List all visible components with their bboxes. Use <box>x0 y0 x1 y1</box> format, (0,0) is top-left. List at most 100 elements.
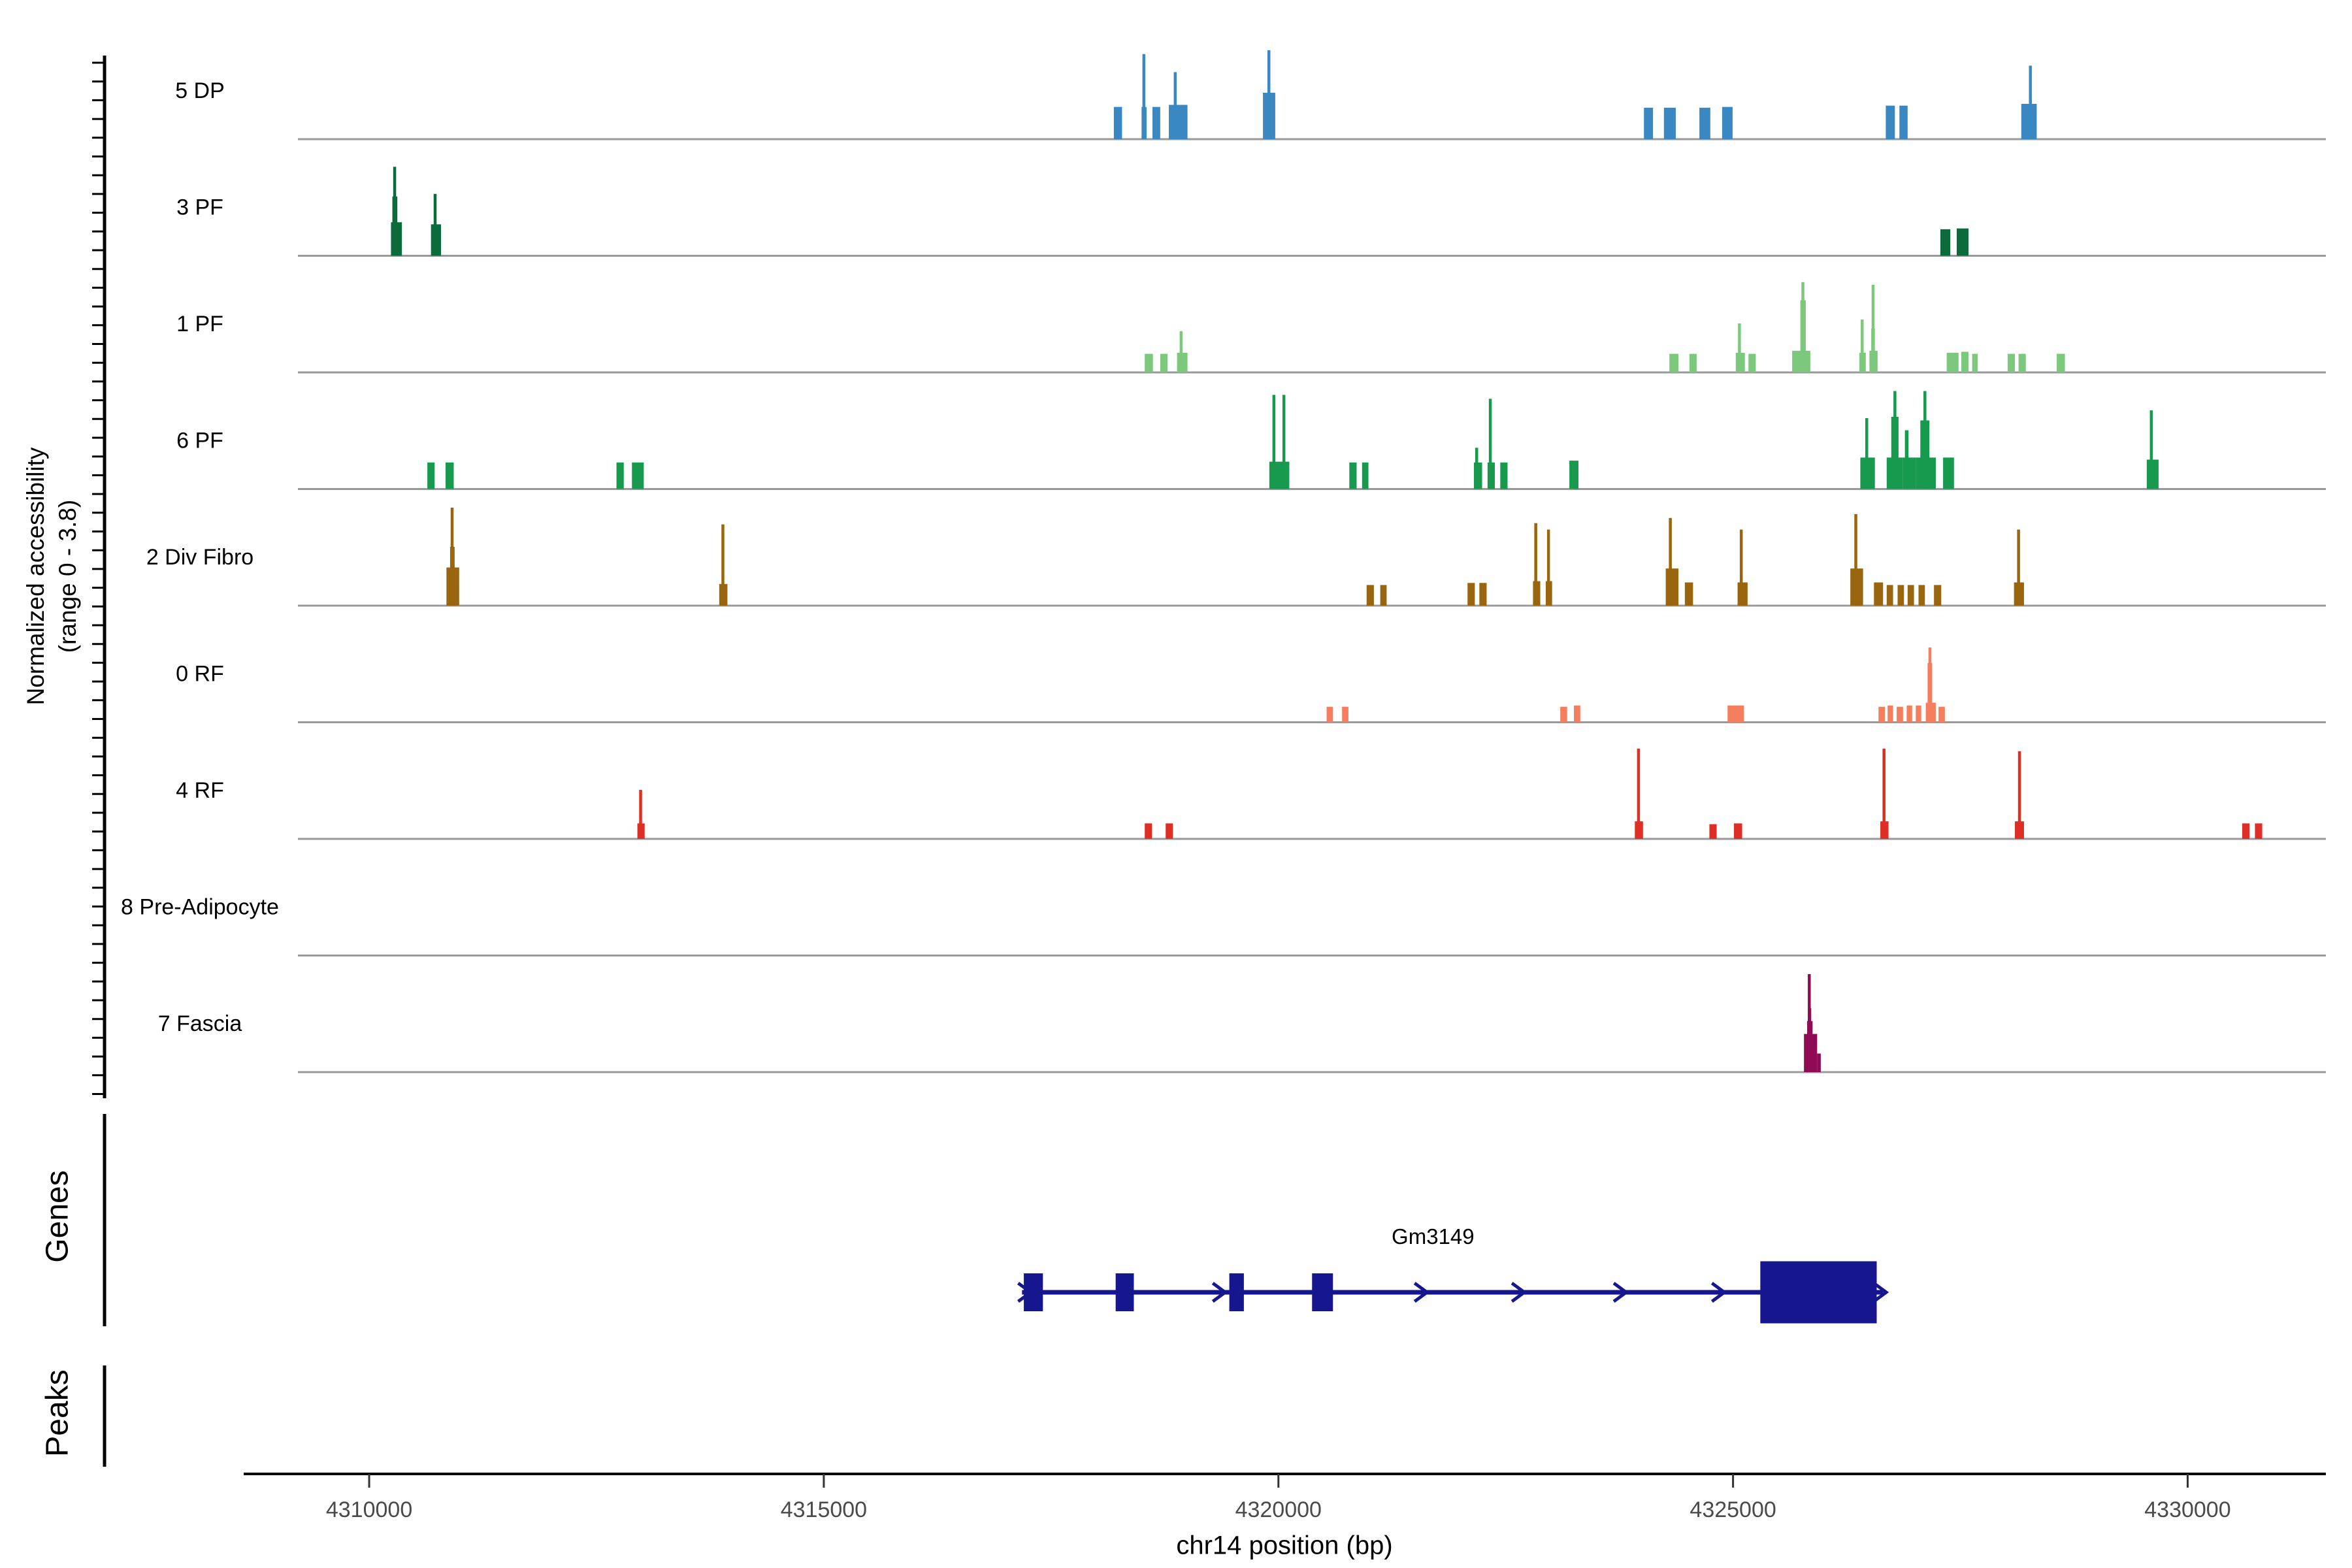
peak-spike <box>721 525 725 606</box>
peak-block <box>1887 585 1893 606</box>
track-label: 4 RF <box>176 778 224 803</box>
peak-spike <box>1547 530 1550 606</box>
peak-block <box>427 463 434 489</box>
peak-block <box>1957 229 1968 256</box>
genes-section-label: Genes <box>40 1170 76 1262</box>
peak-spike <box>1180 331 1183 372</box>
peak-block <box>1886 106 1895 139</box>
peak-spike <box>1865 418 1869 489</box>
peak-block <box>1961 351 1968 372</box>
x-axis-tick-label: 4315000 <box>781 1497 867 1522</box>
track-label: 1 PF <box>176 312 223 336</box>
peak-spike <box>1273 395 1276 489</box>
track-row-2-div-fibro: 2 Div Fibro <box>146 508 2326 606</box>
peak-block <box>1908 585 1914 606</box>
x-axis-tick-label: 4320000 <box>1235 1497 1322 1522</box>
peak-block <box>1644 108 1653 139</box>
peak-block <box>632 463 644 489</box>
peak-spike <box>1929 647 1932 722</box>
peak-spike <box>2017 530 2020 606</box>
peak-block <box>1166 823 1173 839</box>
peak-block <box>1380 585 1387 606</box>
peak-block <box>1569 461 1578 489</box>
peak-spike <box>1534 523 1537 606</box>
peak-spike <box>1923 391 1927 489</box>
y-axis-title-line2: (range 0 - 3.8) <box>52 448 84 706</box>
gene-exon <box>1230 1273 1244 1311</box>
peak-spike <box>434 194 437 256</box>
track-row-8-pre-adipocyte: 8 Pre-Adipocyte <box>121 894 2326 955</box>
peak-spike <box>1475 448 1478 489</box>
peak-block <box>1169 105 1188 140</box>
peak-block <box>2255 823 2262 839</box>
peak-block <box>1669 354 1678 372</box>
peak-block <box>2008 354 2015 372</box>
peak-spike <box>1669 518 1672 606</box>
peak-block <box>1887 706 1893 723</box>
peak-block <box>1145 823 1152 839</box>
peak-spike <box>393 167 397 255</box>
peak-block <box>1943 457 1954 489</box>
peak-block <box>1666 568 1678 606</box>
peak-block <box>1327 707 1333 723</box>
peak-block <box>1269 462 1290 489</box>
peak-block <box>1919 585 1925 606</box>
x-axis-tick-label: 4330000 <box>2144 1497 2230 1522</box>
peak-block <box>2242 823 2249 839</box>
peak-spike <box>451 508 454 606</box>
peak-block <box>1897 707 1903 723</box>
peak-block <box>446 463 454 489</box>
peak-block <box>1734 823 1742 839</box>
peak-block <box>1899 106 1908 139</box>
x-axis-title: chr14 position (bp) <box>1176 1531 1392 1561</box>
gene-terminal-exon <box>1760 1262 1876 1324</box>
peak-block <box>1690 354 1697 372</box>
track-row-6-pf: 6 PF <box>176 391 2326 489</box>
track-label: 2 Div Fibro <box>146 545 253 570</box>
peak-block <box>617 463 624 489</box>
gene-name-label: Gm3149 <box>1392 1224 1475 1249</box>
tracks-plot-canvas: 5 DP 3 PF 1 PF 6 PF 2 Div Fibro 0 RF 4 RF 8 Pre… <box>0 0 2352 1568</box>
peak-spike <box>1267 50 1271 139</box>
peak-block <box>1114 107 1122 139</box>
peak-block <box>1972 354 1978 372</box>
x-axis-tick-label: 4310000 <box>326 1497 412 1522</box>
peak-spike <box>1282 395 1286 489</box>
gene-exon <box>1024 1273 1043 1311</box>
peak-block <box>1152 107 1160 139</box>
track-row-3-pf: 3 PF <box>176 167 2326 255</box>
gene-exon <box>1116 1273 1134 1311</box>
peak-block <box>1367 585 1374 606</box>
track-label: 5 DP <box>175 78 225 103</box>
peak-block <box>1362 463 1369 489</box>
y-axis-title-line1: Normalized accessibility <box>20 448 52 706</box>
peak-spike <box>1738 323 1741 372</box>
peak-block <box>1727 706 1744 723</box>
peak-block <box>1145 354 1153 372</box>
peak-block <box>1342 707 1348 723</box>
track-row-4-rf: 4 RF <box>176 749 2326 839</box>
peak-block <box>1709 825 1716 840</box>
peak-block <box>1349 463 1356 489</box>
peak-block <box>2057 354 2065 372</box>
peak-spike <box>1872 285 1875 372</box>
peak-spike <box>1489 399 1492 489</box>
peak-block <box>1467 583 1475 606</box>
peak-spike <box>2018 751 2021 839</box>
track-label: 6 PF <box>176 428 223 453</box>
x-axis: 4310000 4315000 4320000 4325000 4330000 <box>244 1474 2326 1522</box>
peak-spike <box>1893 391 1897 489</box>
peak-block <box>1916 706 1921 723</box>
peak-spike <box>1801 282 1805 372</box>
x-axis-tick-label: 4325000 <box>1690 1497 1776 1522</box>
peak-spike <box>1740 530 1743 606</box>
peak-spike <box>1637 749 1641 839</box>
track-label: 8 Pre-Adipocyte <box>121 894 279 919</box>
peak-spike <box>1143 54 1146 139</box>
peak-spike <box>1882 749 1886 839</box>
track-row-0-rf: 0 RF <box>176 647 2326 722</box>
peak-block <box>1817 1054 1821 1072</box>
peak-column <box>1905 431 1909 489</box>
peak-spike <box>2029 66 2032 140</box>
peak-block <box>1906 706 1912 723</box>
